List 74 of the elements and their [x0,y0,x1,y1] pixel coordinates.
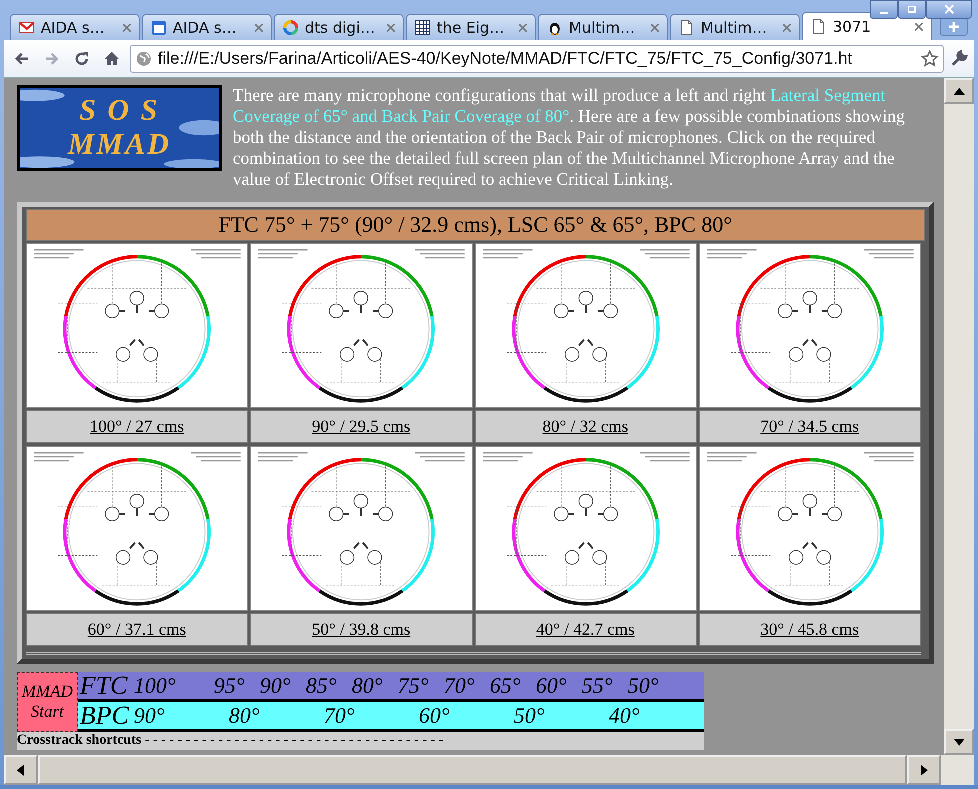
close-tab-icon[interactable] [783,24,791,32]
browser-tab[interactable]: Multim… [670,14,800,40]
scale-tick[interactable]: 70° [444,672,490,698]
colored-ring-icon [283,20,299,36]
page-icon [811,18,827,34]
minimize-button[interactable] [870,0,898,19]
close-tab-icon[interactable] [123,24,131,32]
vertical-scrollbar[interactable] [944,78,974,755]
scale-tick[interactable]: 50° [628,672,674,698]
address-field[interactable]: file:///E:/Users/Farina/Articoli/AES-40/KeyNote/MMAD/FTC/FTC_75/FTC_75_Config/3071.ht [130,44,944,72]
wrench-icon[interactable] [950,50,968,68]
close-tab-icon[interactable] [519,24,527,32]
scroll-left-icon[interactable] [17,764,24,776]
scale-tick[interactable]: 85° [306,672,352,698]
scale-tick[interactable]: 90° [134,702,229,728]
close-button[interactable] [926,0,972,19]
scroll-up-icon[interactable] [954,88,964,94]
tab-title: Multim… [569,18,636,36]
browser-tab[interactable]: dts digi… [274,14,404,40]
close-tab-icon[interactable] [915,22,923,30]
browser-tab[interactable]: the Eig… [406,14,536,40]
tab-title: AIDA s… [173,18,238,36]
close-tab-icon[interactable] [651,24,659,32]
envelope-icon [19,20,35,36]
star-icon[interactable] [921,50,939,68]
scale-tick[interactable]: 95° [214,672,260,698]
close-tab-icon[interactable] [255,24,263,32]
tab-title: Multim… [701,18,768,36]
table-title: FTC 75° + 75° (90° / 32.9 cms), LSC 65° & 65°, BPC 80° [26,209,925,241]
browser-tab[interactable]: AIDA s… [142,14,272,40]
new-tab-button[interactable] [940,18,968,36]
start-button[interactable]: MMAD Start [17,672,78,732]
home-icon[interactable] [104,51,120,66]
scroll-right-icon[interactable] [920,764,928,776]
minimize-icon [880,12,888,14]
tab-title: 3071 [833,18,872,36]
plus-icon [949,22,959,32]
logo-text: S O S [79,94,160,128]
scale-tick[interactable]: 80° [229,702,324,728]
horizontal-scrollbar[interactable] [4,755,974,785]
back-icon[interactable] [14,52,30,66]
reload-icon[interactable] [74,50,90,66]
intro-paragraph: There are many microphone configurations that will produce a left and right Lateral Segment Coverage of 65° and Back Pair Coverage of 80°. Here are a few possible combinations showing both the distance and the orientation of the Back Pair of microphones. Click on the required combination to see the detailed full screen plan of the Multichannel Microphone Array and the value of Electronic Offset required to achieve Critical Linking. [233,85,906,190]
grid-icon [415,20,431,36]
browser-tab[interactable]: AIDA s… [10,14,140,40]
scale-tick[interactable]: 55° [582,672,628,698]
scale-tick[interactable]: 60° [419,702,514,728]
globe-icon [136,50,152,66]
scale-tick[interactable]: 90° [260,672,306,698]
scroll-down-icon[interactable] [954,738,964,746]
browser-tab[interactable]: Multim… [538,14,668,40]
scale-label: FTC [80,670,129,700]
scale-tick[interactable]: 80° [352,672,398,698]
shortcuts-label: Crosstrack shortcuts - - - - - - - - - - - - - - - - - - - - - - - - - - - - - - - - - - - - - [17,732,704,750]
close-icon [944,5,954,14]
scale-tick[interactable]: 60° [536,672,582,698]
scale-tick[interactable]: 65° [490,672,536,698]
page-icon [679,20,695,36]
scale-label: BPC [80,700,130,730]
logo-text: MMAD [68,128,172,162]
scale-tick[interactable]: 50° [514,702,609,728]
scale-tick[interactable]: 40° [609,702,704,728]
calendar-icon [151,20,167,36]
maximize-icon [908,6,916,13]
scale-tick[interactable]: 100° [134,672,214,698]
close-tab-icon[interactable] [387,24,395,32]
tab-title: AIDA s… [41,18,106,36]
tab-title: dts digi… [305,18,376,36]
ftc-scale-bar[interactable]: FTC 100° 95° 90° 85° 80° 75° 70° 65° 60° 55° 50° [78,672,704,702]
bpc-scale-bar[interactable]: BPC 90° 80° 70° 60° 50° 40° [78,702,704,732]
maximize-button[interactable] [898,0,926,19]
tab-title: the Eig… [437,18,506,36]
scale-tick[interactable]: 75° [398,672,444,698]
scale-tick[interactable]: 70° [324,702,419,728]
